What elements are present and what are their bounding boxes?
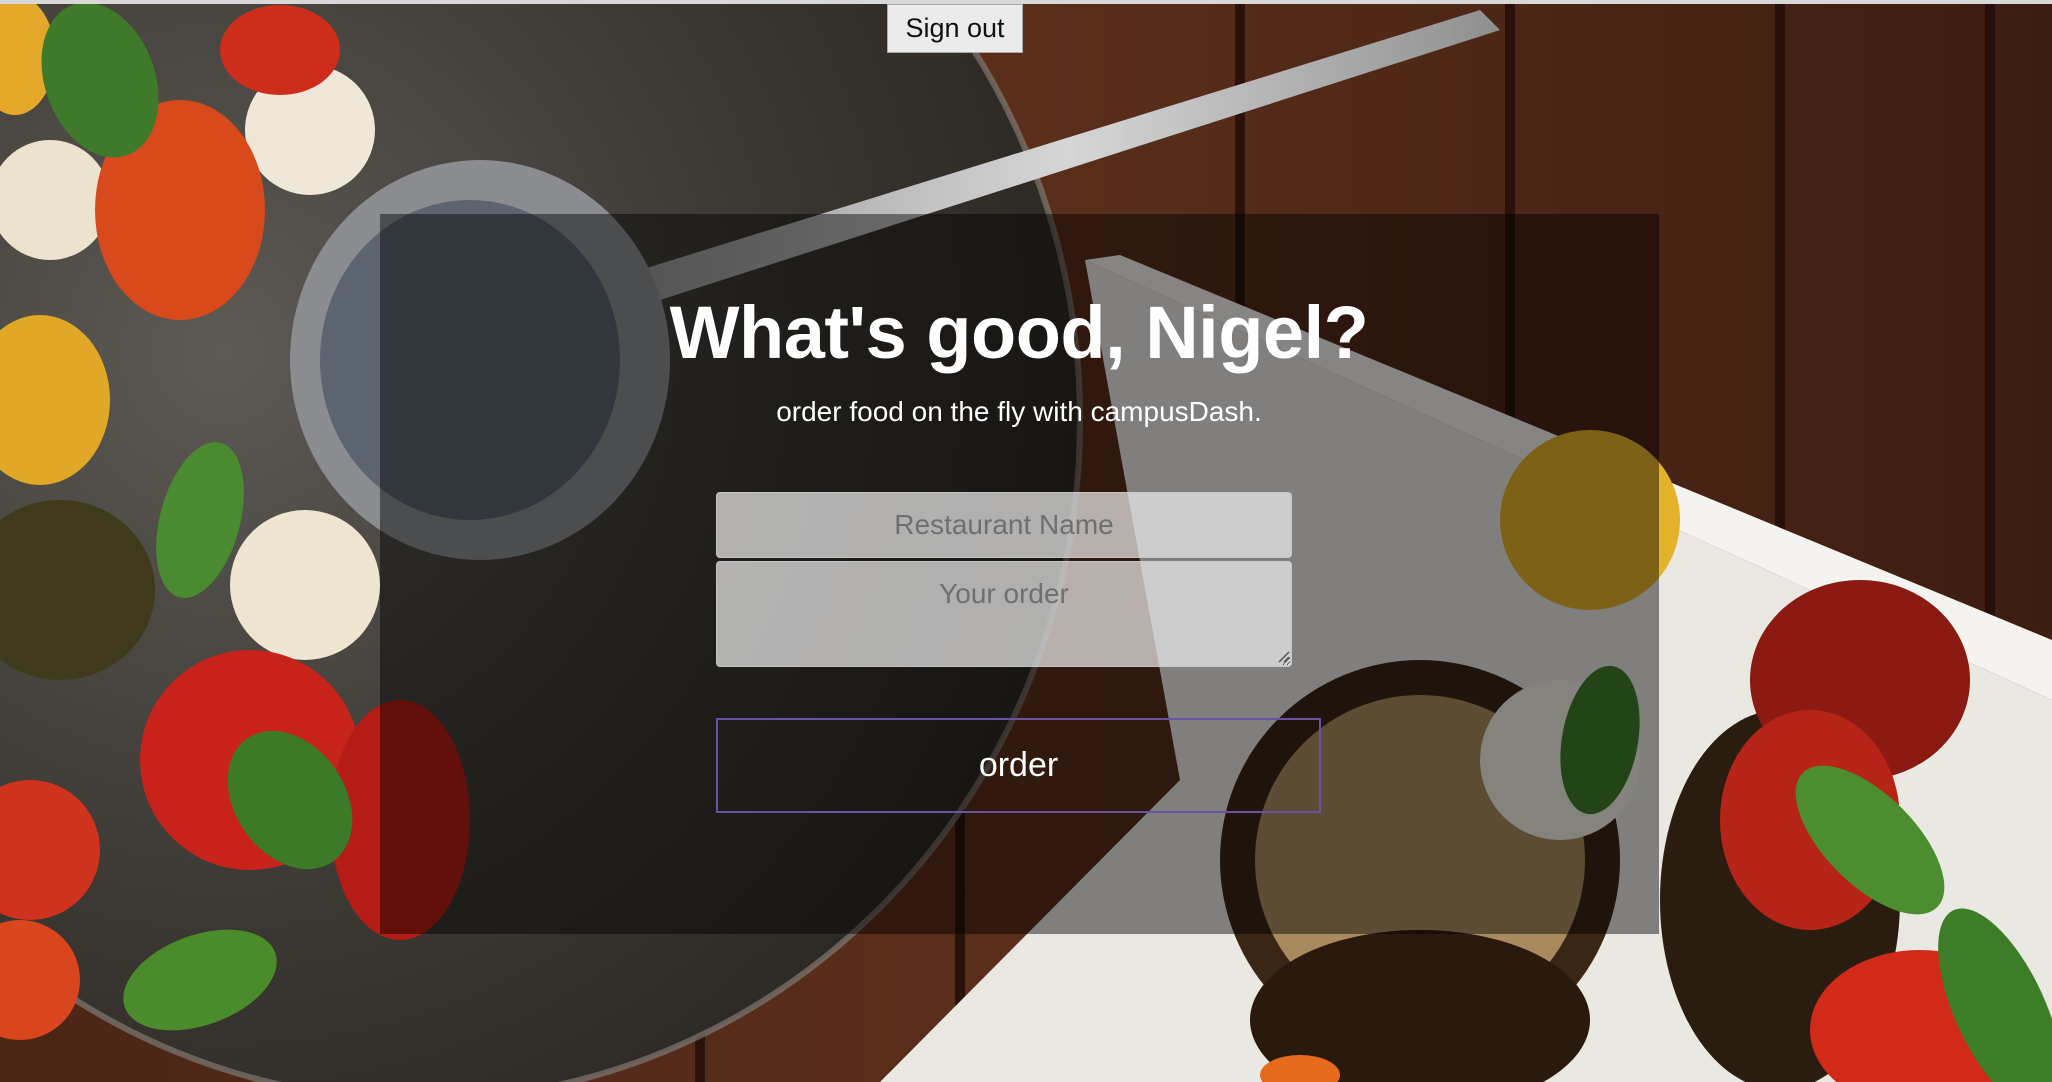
browser-top-edge [0, 0, 2052, 4]
tagline: order food on the fly with campusDash. [776, 396, 1262, 427]
order-textarea[interactable] [716, 561, 1292, 667]
order-submit-button[interactable]: order [716, 718, 1321, 813]
sign-out-button[interactable]: Sign out [887, 4, 1023, 53]
page: Sign out What's good, Nigel? order food … [0, 0, 2052, 1082]
restaurant-name-input[interactable] [716, 492, 1292, 558]
page-title: What's good, Nigel? [669, 291, 1369, 374]
resize-grip-icon[interactable] [1276, 649, 1290, 663]
